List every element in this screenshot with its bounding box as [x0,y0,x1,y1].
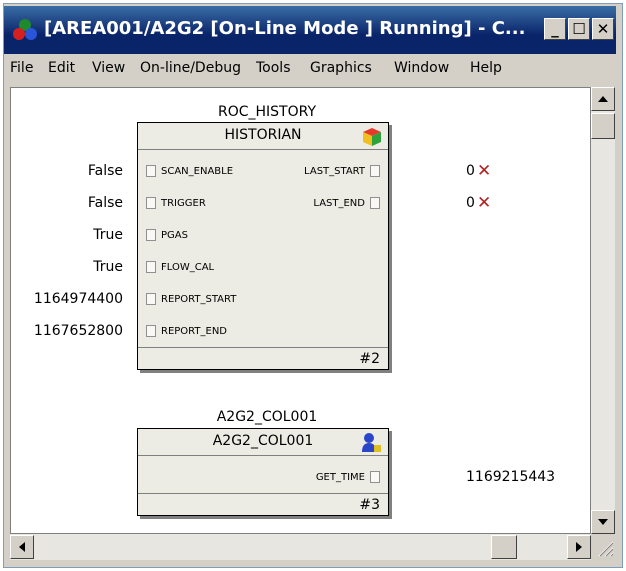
x-mark-icon: ✕ [477,193,492,213]
scroll-down-button[interactable] [591,510,615,534]
pin-get-time[interactable]: GET_TIME [316,471,380,483]
value-trigger: False [87,195,123,211]
value-report-start: 1164974400 [33,291,123,307]
pin-last-start[interactable]: LAST_START [304,165,380,177]
horizontal-scroll-thumb[interactable] [491,535,517,559]
title-bar[interactable]: [AREA001/A2G2 [On-Line Mode ] Running] -… [4,6,616,54]
block-type-name: A2G2_COL001 [138,429,388,456]
pin-pgas[interactable]: PGAS [146,229,188,241]
block-instance-name: A2G2_COL001 [216,409,318,425]
pin-scan-enable[interactable]: SCAN_ENABLE [146,165,233,177]
menu-bar: File Edit View On-line/Debug Tools Graph… [4,58,616,82]
scroll-up-button[interactable] [591,87,615,111]
historian-function-block[interactable]: HISTORIAN SCAN_ENABLE TRIGGER PGAS FLOW_… [137,122,389,370]
value-get-time: 1169215443 [466,469,556,485]
value-flow-cal: True [93,259,123,275]
minimize-button[interactable]: _ [544,18,566,40]
arrow-left-icon [19,542,25,552]
value-report-end: 1167652800 [33,323,123,339]
value-last-start: 0 [466,163,475,179]
menu-graphics[interactable]: Graphics [310,60,372,76]
menu-file[interactable]: File [10,60,33,76]
menu-help[interactable]: Help [470,60,502,76]
value-scan-enable: False [87,163,123,179]
arrow-down-icon [598,519,608,525]
block-number: #2 [138,347,388,369]
collector-function-block[interactable]: A2G2_COL001 GET_TIME #3 [137,428,389,516]
menu-online-debug[interactable]: On-line/Debug [140,60,241,76]
menu-tools[interactable]: Tools [256,60,291,76]
close-button[interactable]: ✕ [592,18,614,40]
block-number: #3 [138,493,388,515]
window-title: [AREA001/A2G2 [On-Line Mode ] Running] -… [44,18,526,39]
menu-view[interactable]: View [92,60,125,76]
value-last-end: 0 [466,195,475,211]
arrow-up-icon [598,96,608,102]
horizontal-scrollbar[interactable] [10,534,591,560]
function-block-canvas[interactable]: ROC_HISTORY HISTORIAN SCAN_ENABLE TRIGGE… [10,87,591,534]
value-pgas: True [93,227,123,243]
maximize-button[interactable]: ☐ [568,18,590,40]
block-type-name: HISTORIAN [138,123,388,150]
pin-flow-cal[interactable]: FLOW_CAL [146,261,214,273]
block-instance-name: ROC_HISTORY [217,104,317,120]
user-block-icon [362,433,381,452]
network-nodes-icon [13,19,37,40]
scroll-right-button[interactable] [567,535,591,559]
resize-grip[interactable] [591,534,615,560]
x-mark-icon: ✕ [477,161,492,181]
scroll-left-button[interactable] [10,535,34,559]
pin-report-end[interactable]: REPORT_END [146,325,227,337]
arrow-right-icon [576,542,582,552]
menu-edit[interactable]: Edit [48,60,75,76]
cube-icon [363,128,381,146]
vertical-scrollbar[interactable] [591,87,615,534]
resize-grip-icon [598,541,614,557]
pin-report-start[interactable]: REPORT_START [146,293,236,305]
menu-window[interactable]: Window [394,60,449,76]
pin-last-end[interactable]: LAST_END [313,197,380,209]
pin-trigger[interactable]: TRIGGER [146,197,206,209]
vertical-scroll-thumb[interactable] [591,113,615,139]
